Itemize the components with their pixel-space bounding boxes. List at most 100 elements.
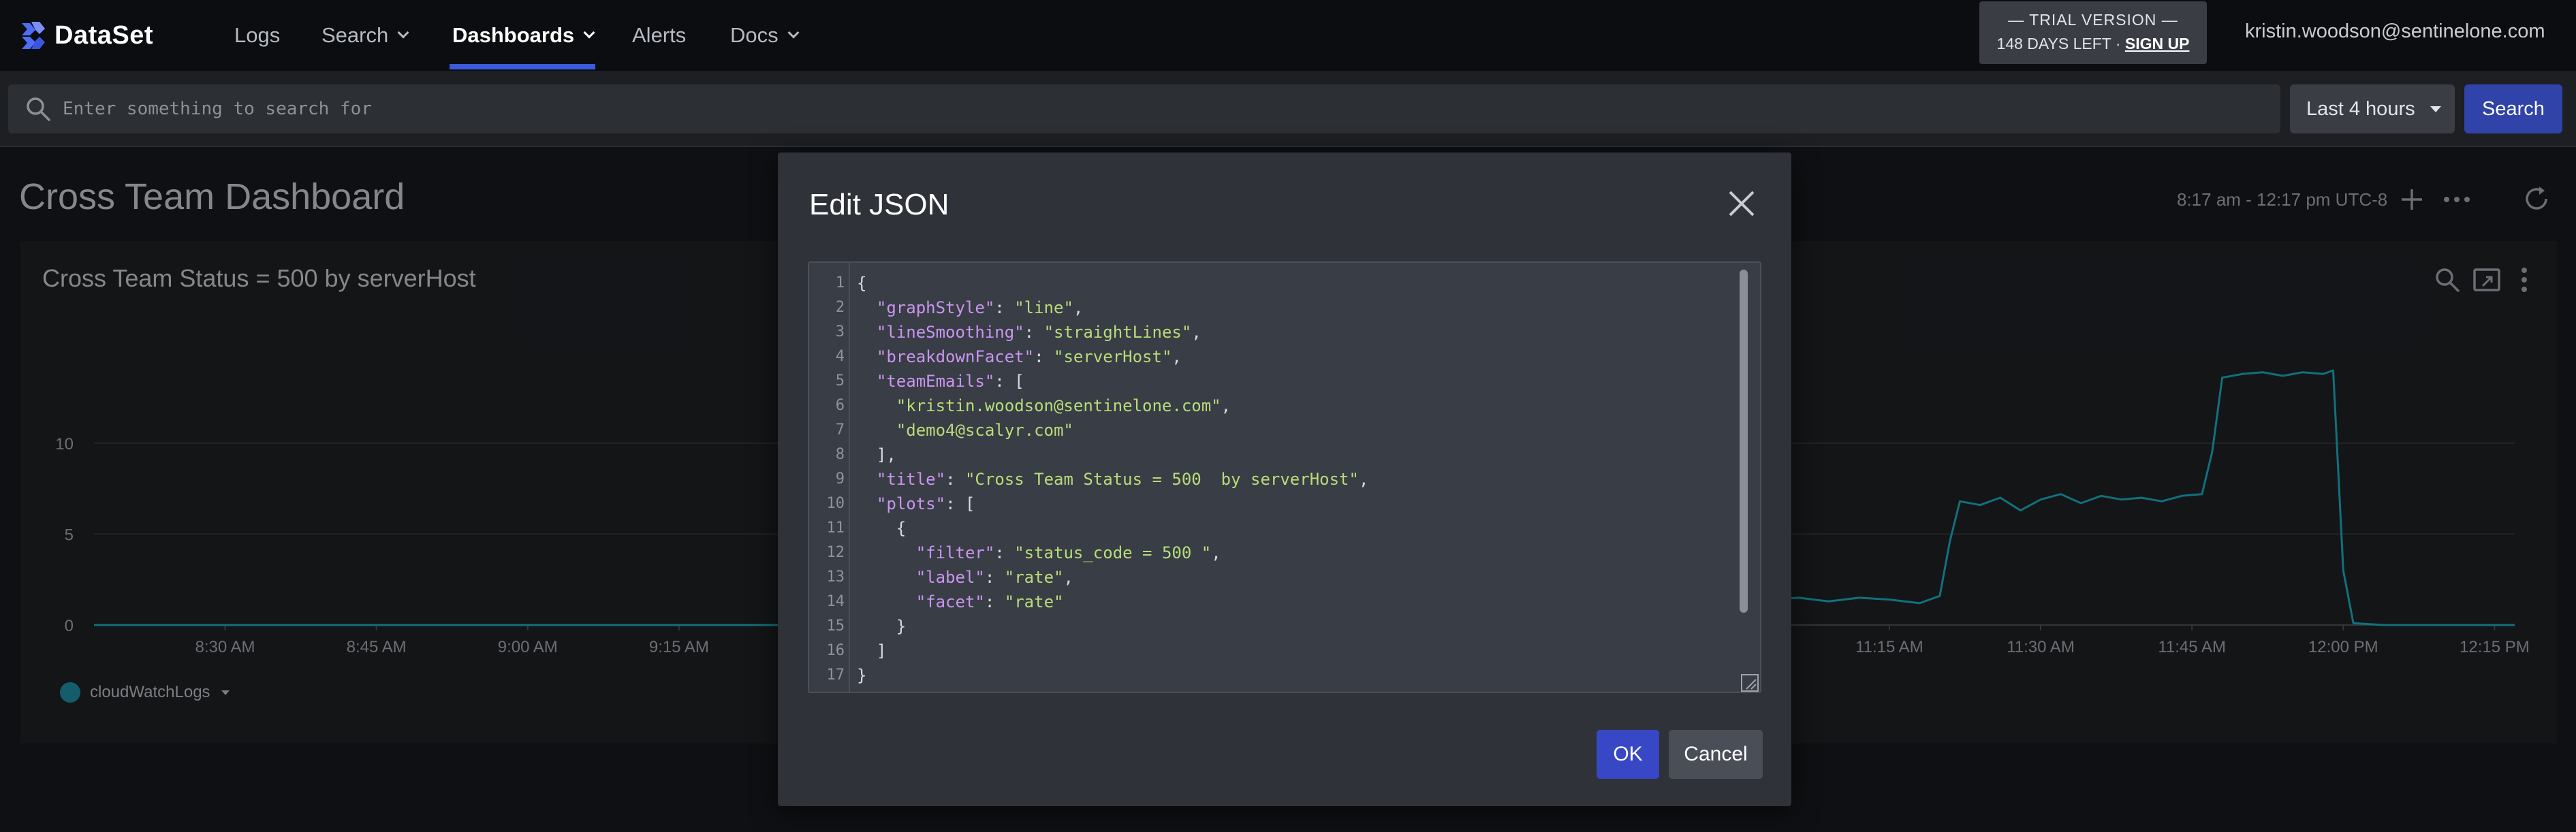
json-key: "title" <box>876 470 946 489</box>
json-punctuation <box>857 396 896 415</box>
code-text: { <box>847 516 906 541</box>
code-text: } <box>847 663 866 688</box>
chevron-down-icon <box>787 27 800 39</box>
code-text: "demo4@scalyr.com" <box>847 418 1073 443</box>
dataset-logo[interactable]: DataSet <box>19 16 153 54</box>
json-punctuation <box>857 494 877 513</box>
json-string: "rate" <box>1004 568 1064 587</box>
json-punctuation: : <box>984 592 1005 611</box>
json-key: "plots" <box>876 494 946 513</box>
code-line: 1{ <box>809 271 1742 295</box>
code-text: "graphStyle": "line", <box>847 295 1083 320</box>
code-text: "teamEmails": [ <box>847 369 1024 394</box>
nav-alerts-label: Alerts <box>632 23 687 47</box>
json-punctuation: : [ <box>994 372 1024 391</box>
json-key: "label" <box>915 568 985 587</box>
json-key: "facet" <box>915 592 985 611</box>
line-number: 11 <box>826 519 845 537</box>
json-punctuation <box>857 347 877 366</box>
code-text: "lineSmoothing": "straightLines", <box>847 320 1201 345</box>
search-icon <box>27 97 50 121</box>
line-number: 9 <box>835 470 845 487</box>
code-text: "kristin.woodson@sentinelone.com", <box>847 394 1231 418</box>
trial-days-left: 148 DAYS LEFT · SIGN UP <box>1979 35 2207 53</box>
line-number: 15 <box>826 618 845 635</box>
active-nav-indicator <box>450 64 595 69</box>
user-menu[interactable]: kristin.woodson@sentinelone.com <box>2245 20 2545 43</box>
code-text: ] <box>847 639 886 663</box>
editor-scrollbar[interactable] <box>1740 270 1748 613</box>
json-code[interactable]: 1{2 "graphStyle": "line", 3 "lineSmoothin… <box>809 271 1742 688</box>
code-line: 10 "plots": [ <box>809 492 1742 516</box>
line-number: 3 <box>835 323 845 340</box>
search-input[interactable]: Enter something to search for <box>8 84 2280 133</box>
line-number: 6 <box>835 397 845 414</box>
json-punctuation: , <box>1063 568 1073 587</box>
json-punctuation <box>857 298 877 317</box>
json-punctuation: , <box>1073 298 1084 317</box>
nav-docs[interactable]: Docs <box>730 18 800 53</box>
code-text: "facet": "rate" <box>847 590 1064 614</box>
code-line: 11 { <box>809 516 1742 541</box>
line-number: 5 <box>835 372 845 389</box>
close-icon[interactable] <box>1725 187 1759 221</box>
code-line: 5 "teamEmails": [ <box>809 369 1742 394</box>
json-punctuation: { <box>857 519 907 538</box>
code-text: "plots": [ <box>847 492 975 516</box>
json-punctuation: ], <box>857 445 896 464</box>
chevron-down-icon <box>583 27 595 39</box>
json-string: "kristin.woodson@sentinelone.com" <box>896 396 1221 415</box>
edit-json-dialog: Edit JSON 1{2 "graphStyle": "line", 3 "li… <box>778 153 1791 806</box>
code-line: 3 "lineSmoothing": "straightLines", <box>809 320 1742 345</box>
code-line: 17} <box>809 663 1742 688</box>
resize-handle-icon[interactable] <box>1741 674 1759 692</box>
code-line: 4 "breakdownFacet": "serverHost", <box>809 345 1742 369</box>
json-punctuation: , <box>1221 396 1231 415</box>
time-range-select[interactable]: Last 4 hours <box>2290 84 2455 133</box>
json-punctuation: : <box>1024 323 1044 342</box>
nav-logs[interactable]: Logs <box>234 18 280 53</box>
nav-dashboards-label: Dashboards <box>452 23 575 47</box>
json-editor[interactable]: 1{2 "graphStyle": "line", 3 "lineSmoothin… <box>808 261 1761 693</box>
search-button[interactable]: Search <box>2464 84 2562 133</box>
json-punctuation: { <box>857 274 867 293</box>
nav-search-label: Search <box>321 23 389 47</box>
nav-logs-label: Logs <box>234 23 281 47</box>
json-punctuation: ] <box>857 641 887 660</box>
sign-up-link[interactable]: SIGN UP <box>2125 35 2190 52</box>
line-number: 4 <box>835 348 845 365</box>
json-punctuation: : [ <box>945 494 975 513</box>
json-punctuation <box>857 568 916 587</box>
json-punctuation: : <box>994 543 1015 562</box>
code-line: 16 ] <box>809 639 1742 663</box>
json-punctuation: , <box>1191 323 1201 342</box>
code-text: { <box>847 271 866 295</box>
modal-title: Edit JSON <box>809 188 949 221</box>
search-bar: Enter something to search for Last 4 hou… <box>0 71 2576 147</box>
json-string: "Cross Team Status = 500 by serverHost" <box>964 470 1359 489</box>
json-key: "filter" <box>915 543 995 562</box>
nav-dashboards[interactable]: Dashboards <box>452 18 595 53</box>
nav-alerts[interactable]: Alerts <box>632 18 686 53</box>
ok-button[interactable]: OK <box>1597 730 1659 779</box>
json-punctuation: : <box>945 470 965 489</box>
json-key: "lineSmoothing" <box>876 323 1024 342</box>
line-number: 8 <box>835 446 845 463</box>
code-text: "label": "rate", <box>847 565 1073 590</box>
json-punctuation <box>857 323 877 342</box>
code-line: 13 "label": "rate", <box>809 565 1742 590</box>
code-text: ], <box>847 443 896 467</box>
line-number: 14 <box>826 593 845 610</box>
code-text: "breakdownFacet": "serverHost", <box>847 345 1182 369</box>
json-string: "rate" <box>1004 592 1064 611</box>
code-line: 9 "title": "Cross Team Status = 500 by s… <box>809 467 1742 492</box>
line-number: 7 <box>835 421 845 438</box>
json-punctuation <box>857 470 877 489</box>
json-punctuation: , <box>1358 470 1369 489</box>
json-punctuation: } <box>857 666 867 685</box>
line-number: 10 <box>826 495 845 512</box>
cancel-button[interactable]: Cancel <box>1669 730 1763 779</box>
caret-down-icon <box>2430 106 2441 112</box>
nav-search[interactable]: Search <box>321 18 409 53</box>
time-range-value: Last 4 hours <box>2306 97 2415 120</box>
